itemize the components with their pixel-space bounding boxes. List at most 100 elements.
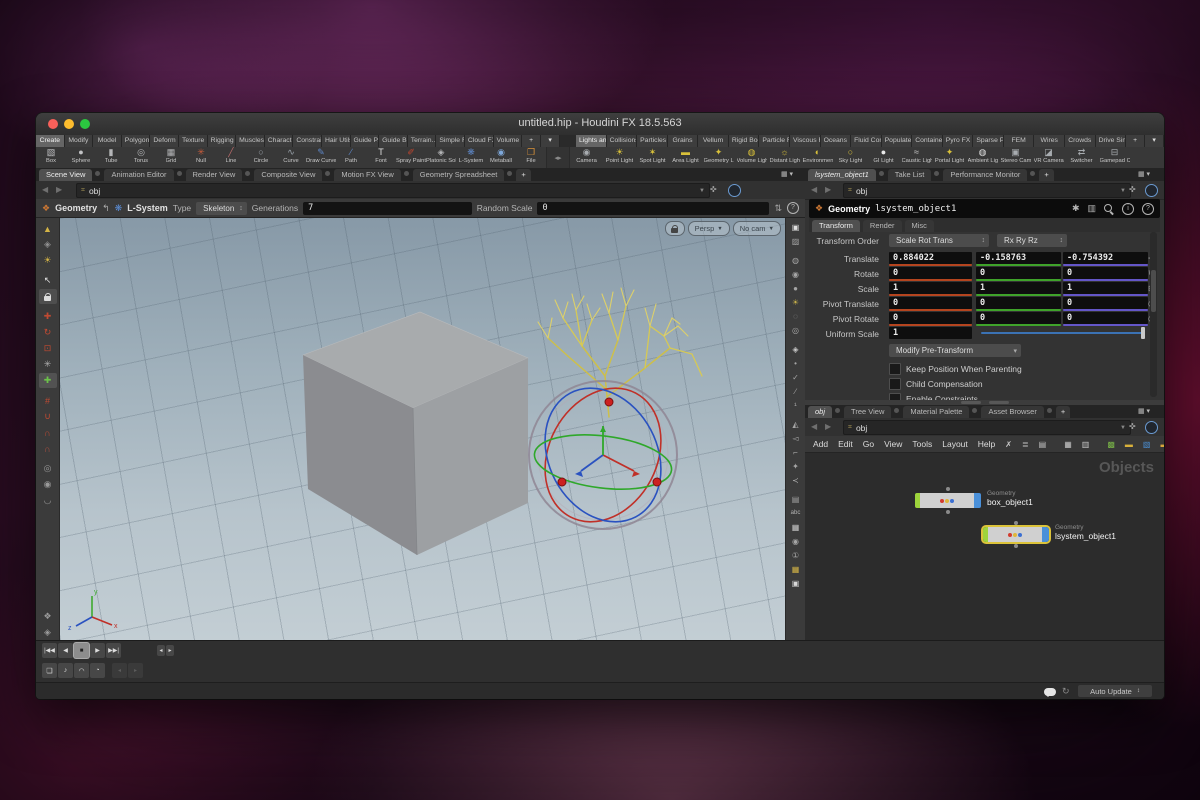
frame-step-0[interactable]: ◂ <box>157 645 165 656</box>
type-dropdown[interactable]: Skeleton↕ <box>196 202 247 215</box>
shelf-tab-viscous-fl[interactable]: Viscous Fl... <box>790 135 821 147</box>
help-icon[interactable]: ? <box>1142 203 1154 215</box>
message-bubble-icon[interactable] <box>1044 688 1056 696</box>
shelf-tab-pyro-fx[interactable]: Pyro FX <box>943 135 974 147</box>
tab-option-dot[interactable] <box>879 171 884 176</box>
translate-x-field[interactable]: 0.884022 <box>889 252 972 264</box>
rotate-y-field[interactable]: 0 <box>976 267 1061 279</box>
shelf-tool-caustic-light[interactable]: ≈Caustic Light <box>900 147 933 168</box>
shelf-tool-volume-light[interactable]: ◍Volume Light <box>735 147 768 168</box>
show-modes-icon[interactable]: ◈ <box>39 237 57 252</box>
snap-multi[interactable]: ∪ <box>39 409 57 424</box>
shelf-tab-guide-p[interactable]: Guide P... <box>351 135 380 147</box>
forward-icon[interactable]: ▶ <box>825 185 831 194</box>
shelf-tool-platonic-solids[interactable]: ◈Platonic Solids <box>426 147 456 168</box>
playbar-option-1[interactable]: ♪ <box>58 663 73 678</box>
tab-motion-fx-view[interactable]: Motion FX View <box>334 169 400 181</box>
tab-option-dot[interactable] <box>325 171 330 176</box>
display-option-icon-3[interactable]: ◉ <box>788 267 804 281</box>
shelf-tab-populate-c[interactable]: Populate C... <box>882 135 913 147</box>
shelf-tab-rigid-bodies[interactable]: Rigid Bodies <box>729 135 760 147</box>
shelf-tab-polygon[interactable]: Polygon <box>122 135 151 147</box>
shelf-tab-fluid-con[interactable]: Fluid Con... <box>851 135 882 147</box>
gear-icon[interactable]: ✱ <box>1072 203 1080 214</box>
network-pane-menu[interactable]: ▦ ▾ <box>1138 407 1150 415</box>
uniform-scale-slider[interactable] <box>981 332 1145 334</box>
add-shelf-button[interactable]: + <box>1126 135 1145 147</box>
shelf-tool-spray-paint[interactable]: ✐Spray Paint <box>396 147 426 168</box>
transport-1[interactable]: ◀ <box>58 643 73 658</box>
network-toolbar-icon-1[interactable]: ≣ <box>1022 440 1029 449</box>
display-option-icon-20[interactable]: ▦ <box>788 520 804 534</box>
shelf-menu-arrow[interactable]: ▾ <box>1145 135 1164 147</box>
menu-go[interactable]: Go <box>863 439 874 449</box>
range-step-1[interactable]: ▸ <box>128 663 143 678</box>
shelf-tool-grid[interactable]: ▦Grid <box>156 147 186 168</box>
add-tab-button[interactable]: + <box>516 169 530 181</box>
param-pane-menu[interactable]: ▦ ▾ <box>1138 170 1150 178</box>
help-icon[interactable]: ? <box>787 202 799 214</box>
tab-option-dot[interactable] <box>972 408 977 413</box>
tab-option-dot[interactable] <box>835 408 840 413</box>
shelf-tab-hair-utils[interactable]: Hair Utils <box>322 135 351 147</box>
info-icon[interactable]: i <box>1122 203 1134 215</box>
node-display-flag[interactable] <box>974 493 981 508</box>
transport-2[interactable]: ■ <box>74 643 89 658</box>
param-path-field[interactable]: ⌗ obj ▼ <box>843 183 1131 198</box>
shelf-tool-area-light[interactable]: ▬Area Light <box>669 147 702 168</box>
shelf-tool-gamepad-camera[interactable]: ⊟Gamepad Camera <box>1098 147 1131 168</box>
display-option-icon-24[interactable]: ▣ <box>788 576 804 590</box>
shelf-tool-box[interactable]: ▧Box <box>36 147 66 168</box>
tab-material-palette[interactable]: Material Palette <box>903 406 969 418</box>
menu-help[interactable]: Help <box>978 439 995 449</box>
translate-y-field[interactable]: -0.158763 <box>976 252 1061 264</box>
output-connector[interactable] <box>1014 544 1018 548</box>
display-option-icon-11[interactable]: ∕ <box>788 384 804 398</box>
show-lights-icon[interactable]: ☀ <box>39 253 57 268</box>
shelf-tab-create[interactable]: Create <box>36 135 65 147</box>
shelf-tool-stereo-camera[interactable]: ▣Stereo Camera <box>999 147 1032 168</box>
shelf-tab-cloud-fx[interactable]: Cloud FX <box>465 135 494 147</box>
display-option-icon-22[interactable]: ① <box>788 548 804 562</box>
display-option-icon-10[interactable]: ✓ <box>788 370 804 384</box>
shelf-tool-switcher[interactable]: ⇄Switcher <box>1065 147 1098 168</box>
translate-z-field[interactable]: -0.754392 <box>1063 252 1148 264</box>
uniform-scale-field[interactable]: 1 <box>889 327 972 339</box>
tab-geometry-spreadsheet[interactable]: Geometry Spreadsheet <box>413 169 505 181</box>
node-name-field[interactable]: lsystem_object1 <box>875 204 956 214</box>
secure-selection-lock[interactable] <box>39 289 57 304</box>
transport-0[interactable]: |◀◀ <box>42 643 57 658</box>
scale-z-field[interactable]: 1 <box>1063 282 1148 294</box>
translate-tool[interactable]: ✚ <box>39 309 57 324</box>
shelf-tool-file[interactable]: ❐File <box>516 147 546 168</box>
forward-icon[interactable]: ▶ <box>825 422 831 431</box>
display-option-icon-18[interactable]: ▤ <box>788 492 804 506</box>
pivot-rotate-x-field[interactable]: 0 <box>889 312 972 324</box>
shelf-tab-guide-b[interactable]: Guide B... <box>379 135 408 147</box>
tab-render-view[interactable]: Render View <box>186 169 243 181</box>
display-option-icon-15[interactable]: ⌐ <box>788 445 804 459</box>
rotate-x-field[interactable]: 0 <box>889 267 972 279</box>
input-connector[interactable] <box>946 487 950 491</box>
jump-button[interactable]: ↰ <box>102 203 110 214</box>
shelf-tool-distant-light[interactable]: ☼Distant Light <box>768 147 801 168</box>
forward-icon[interactable]: ▶ <box>56 185 62 194</box>
shelf-tab-volume[interactable]: Volume <box>494 135 523 147</box>
display-option-icon-13[interactable]: ◭ <box>788 417 804 431</box>
network-toolbar-icon-7[interactable]: ▧ <box>1143 440 1151 449</box>
shelf-tab-simple-fx[interactable]: Simple FX <box>436 135 465 147</box>
tab-option-dot[interactable] <box>1030 171 1035 176</box>
tab-option-dot[interactable] <box>894 408 899 413</box>
clips-icon[interactable]: ▥ <box>1087 203 1096 214</box>
display-option-icon-6[interactable]: ◌ <box>788 309 804 323</box>
back-icon[interactable]: ◀ <box>811 185 817 194</box>
shelf-tool-portal-light[interactable]: ✦Portal Light <box>933 147 966 168</box>
shelf-tab-vellum[interactable]: Vellum <box>698 135 729 147</box>
view-selector[interactable]: Persp▼ <box>688 221 730 236</box>
node-display-flag[interactable] <box>1042 527 1049 542</box>
modify-pretransform-dropdown[interactable]: Modify Pre-Transform▾ <box>889 344 1021 357</box>
shelf-tab-terrain[interactable]: Terrain... <box>408 135 437 147</box>
node-box-object1[interactable] <box>915 493 981 508</box>
scene-viewport[interactable]: y x z Persp▼ No cam▼ <box>60 218 785 640</box>
network-toolbar-icon-3[interactable]: ▦ <box>1064 440 1072 449</box>
